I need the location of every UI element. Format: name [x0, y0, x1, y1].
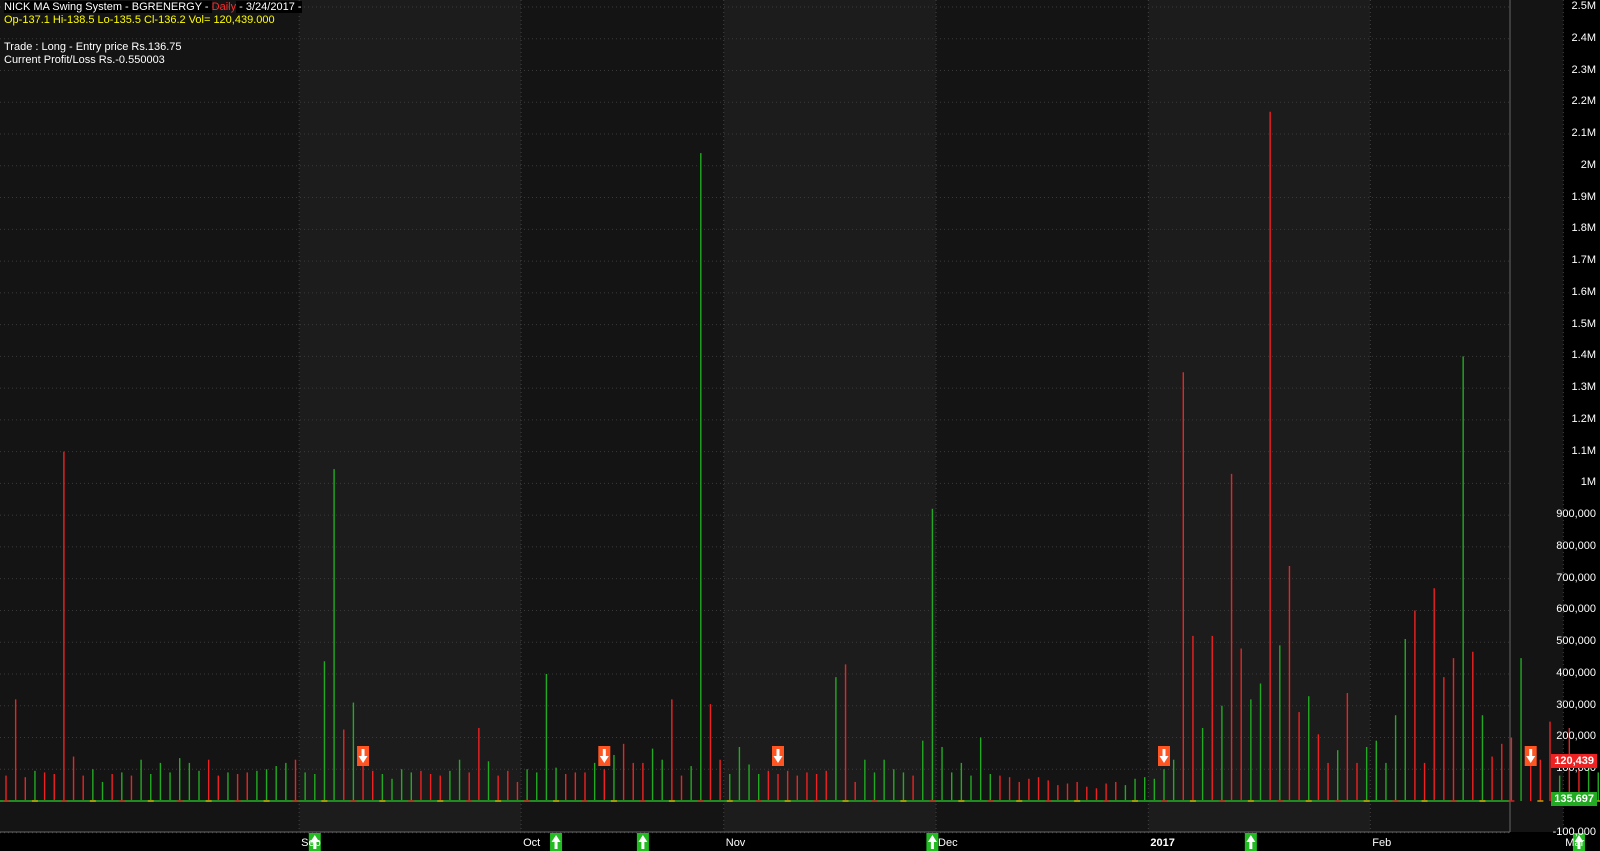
x-tick-label: Nov: [725, 837, 746, 849]
y-tick-label: 1.7M: [1571, 254, 1596, 267]
y-tick-label: -100,000: [1552, 825, 1596, 838]
month-panel: [936, 0, 1149, 832]
y-tick-label: 1.3M: [1571, 381, 1596, 394]
y-tick-label: 700,000: [1556, 571, 1596, 584]
month-panel: [299, 0, 522, 832]
y-tick-label: 2.2M: [1571, 95, 1596, 108]
symbol-name: BGRENERGY: [131, 1, 202, 13]
month-panel: [1148, 0, 1371, 832]
month-panel: [1370, 0, 1564, 832]
y-tick-label: 1.5M: [1571, 317, 1596, 330]
y-tick-label: 1.2M: [1571, 412, 1596, 425]
y-tick-label: 300,000: [1556, 698, 1596, 711]
y-tick-label: 1M: [1580, 476, 1596, 489]
month-panel: [521, 0, 724, 832]
y-tick-label: 400,000: [1556, 666, 1596, 679]
ohlcv-readout: Op-137.1 Hi-138.5 Lo-135.5 Cl-136.2 Vol=…: [4, 14, 275, 26]
volume-chart: [0, 0, 1600, 851]
y-tick-label: 800,000: [1556, 539, 1596, 552]
y-tick-label: 1.9M: [1571, 190, 1596, 203]
y-tick-label: 1.6M: [1571, 285, 1596, 298]
y-tick-label: 2.4M: [1571, 31, 1596, 44]
y-tick-label: 200,000: [1556, 730, 1596, 743]
date-label: 3/24/2017: [245, 1, 295, 13]
x-tick-label: Oct: [523, 837, 541, 849]
month-panel: [0, 0, 300, 832]
system-name: NICK MA Swing System: [4, 1, 122, 13]
chart-title: NICK MA Swing System - BGRENERGY - Daily…: [4, 1, 302, 13]
y-tick-label: 600,000: [1556, 603, 1596, 616]
y-tick-label: 2.3M: [1571, 63, 1596, 76]
y-tick-label: 2.5M: [1571, 0, 1596, 12]
x-tick-label: 2017: [1150, 837, 1175, 849]
x-tick-label: Feb: [1372, 837, 1392, 849]
x-tick-label: Sep: [301, 837, 321, 849]
y-tick-label: 1.8M: [1571, 222, 1596, 235]
profit-loss: Current Profit/Loss Rs.-0.550003: [4, 54, 165, 66]
y-tick-label: 900,000: [1556, 508, 1596, 521]
y-tick-label: 1.4M: [1571, 349, 1596, 362]
y-tick-label: 500,000: [1556, 635, 1596, 648]
x-tick-label: Mar: [1565, 837, 1585, 849]
last-price-badge: 135.697: [1551, 792, 1597, 806]
interval-label: Daily: [211, 1, 237, 13]
x-tick-label: Dec: [938, 837, 958, 849]
month-panel: [723, 0, 937, 832]
y-tick-label: 2M: [1580, 158, 1596, 171]
y-tick-label: 1.1M: [1571, 444, 1596, 457]
trade-info: Trade : Long - Entry price Rs.136.75: [4, 41, 182, 53]
y-tick-label: 2.1M: [1571, 127, 1596, 140]
last-volume-badge: 120,439: [1551, 754, 1597, 768]
